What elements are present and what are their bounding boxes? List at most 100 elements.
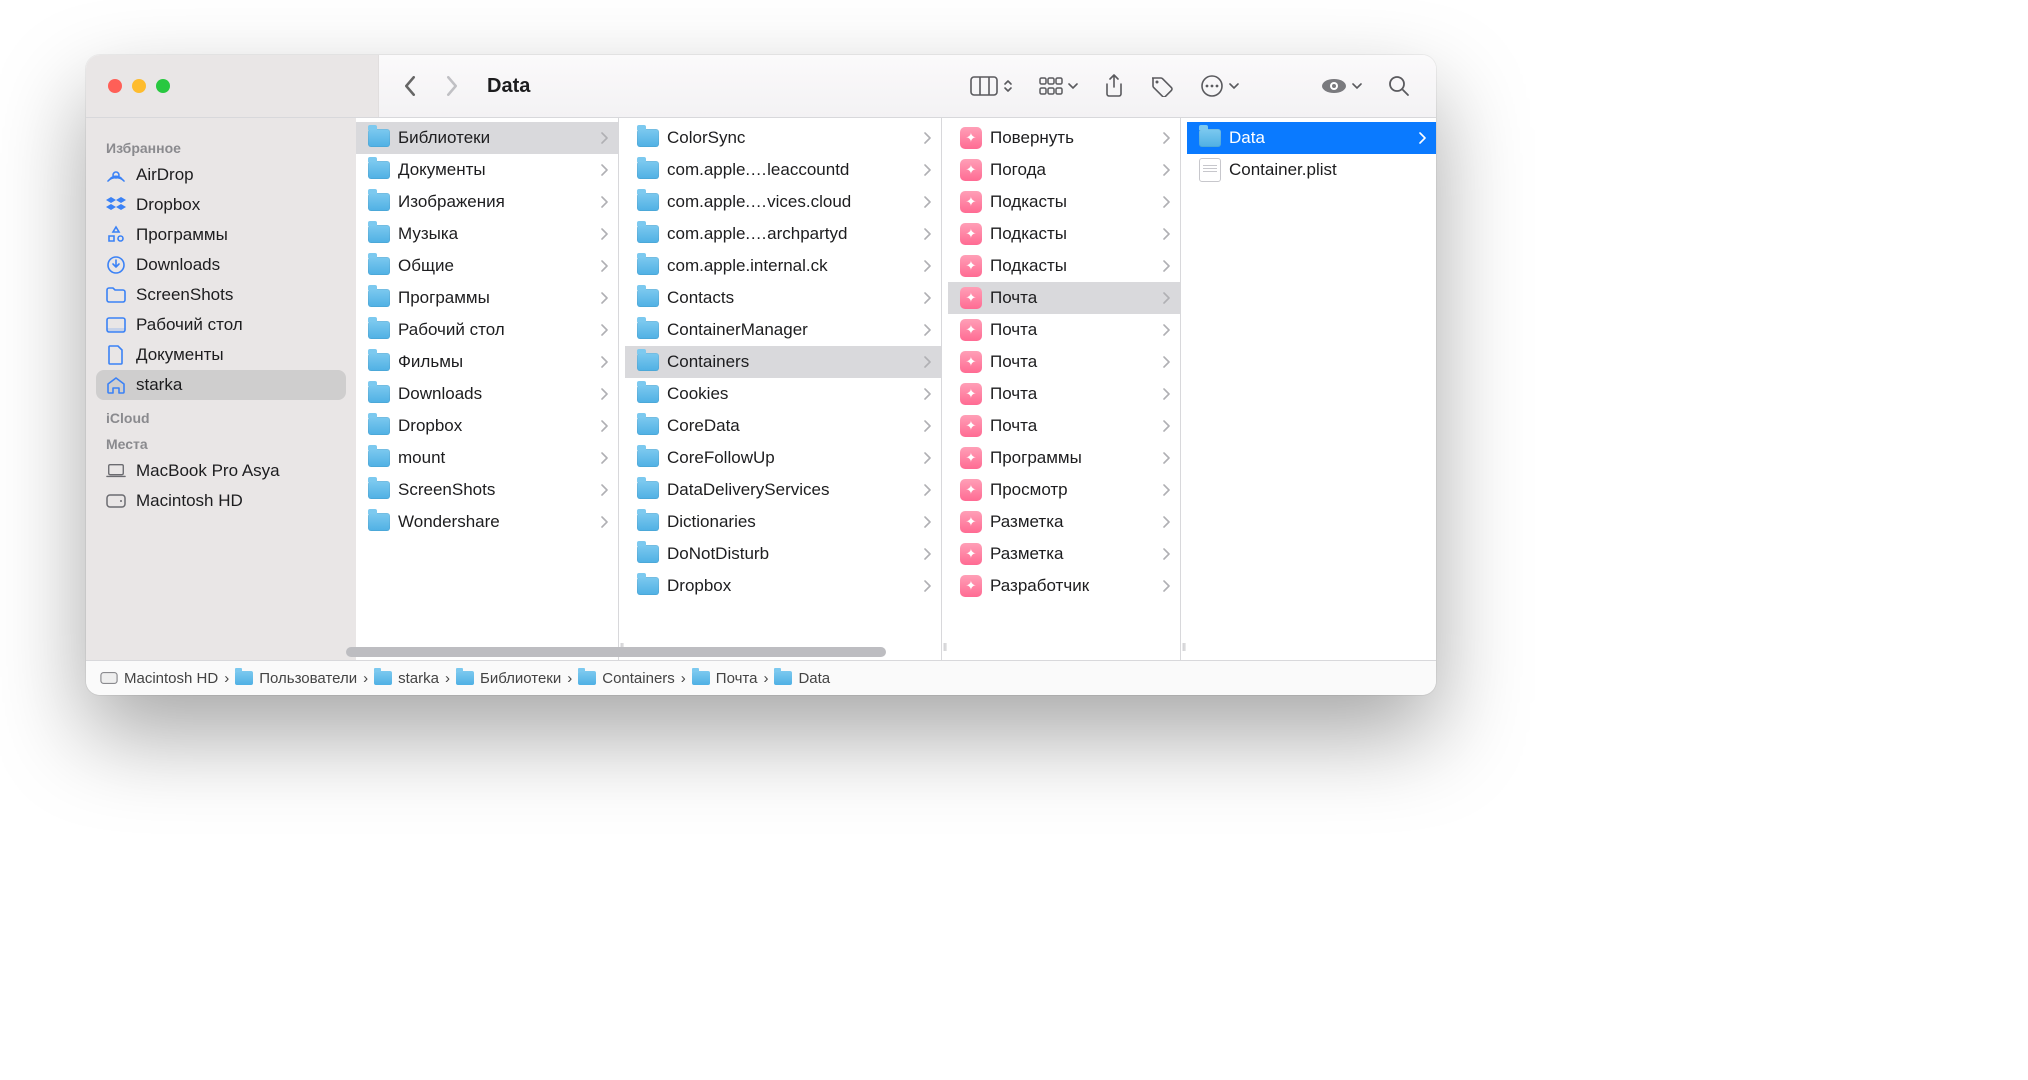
path-segment[interactable]: Почта [692,670,758,687]
chevron-right-icon [600,356,608,368]
column-item[interactable]: ✦Подкасты [948,250,1180,282]
action-menu-button[interactable] [1200,74,1239,98]
column-item[interactable]: ✦Разработчик [948,570,1180,602]
chevron-right-icon [600,324,608,336]
finder-column[interactable]: ✦Повернуть✦Погода✦Подкасты✦Подкасты✦Подк… [948,118,1181,660]
sidebar-section-header: iCloud [106,410,336,426]
column-item[interactable]: CoreData [625,410,941,442]
column-item[interactable]: ✦Программы [948,442,1180,474]
column-item[interactable]: Библиотеки [356,122,618,154]
close-button[interactable] [108,79,122,93]
column-item[interactable]: com.apple.…leaccountd [625,154,941,186]
column-item[interactable]: Изображения [356,186,618,218]
column-item[interactable]: Contacts [625,282,941,314]
column-item[interactable]: ContainerManager [625,314,941,346]
group-by-button[interactable] [1039,76,1078,96]
item-label: Библиотеки [398,128,592,148]
folder-icon [368,321,390,339]
column-item[interactable]: Рабочий стол [356,314,618,346]
column-item[interactable]: Cookies [625,378,941,410]
disk-icon [100,671,118,685]
view-columns-button[interactable] [970,76,1013,96]
minimize-button[interactable] [132,79,146,93]
column-item[interactable]: Downloads [356,378,618,410]
column-item[interactable]: DoNotDisturb [625,538,941,570]
column-item[interactable]: Общие [356,250,618,282]
column-item[interactable]: ✦Почта [948,282,1180,314]
forward-button[interactable] [435,71,469,101]
item-label: Contacts [667,288,915,308]
chevron-right-icon [923,516,931,528]
sidebar-item[interactable]: starka [96,370,346,400]
horizontal-scrollbar[interactable] [346,647,1426,657]
chevron-right-icon [1162,196,1170,208]
path-segment[interactable]: Data [774,670,830,687]
sidebar-item[interactable]: Macintosh HD [96,486,346,516]
column-item[interactable]: ✦Подкасты [948,186,1180,218]
finder-column[interactable]: ColorSynccom.apple.…leaccountdcom.apple.… [625,118,942,660]
back-button[interactable] [393,71,427,101]
path-segment[interactable]: starka [374,670,439,687]
column-item[interactable]: ✦Просмотр [948,474,1180,506]
sidebar-item[interactable]: AirDrop [96,160,346,190]
column-item[interactable]: mount [356,442,618,474]
fullscreen-button[interactable] [156,79,170,93]
sidebar-item[interactable]: Dropbox [96,190,346,220]
column-item[interactable]: Фильмы [356,346,618,378]
column-item[interactable]: ✦Разметка [948,506,1180,538]
column-item[interactable]: ✦Почта [948,346,1180,378]
share-button[interactable] [1104,74,1124,98]
column-item[interactable]: Программы [356,282,618,314]
column-item[interactable]: Container.plist [1187,154,1436,186]
item-label: DoNotDisturb [667,544,915,564]
column-item[interactable]: ✦Почта [948,410,1180,442]
toolbar: Data [86,55,1436,118]
column-item[interactable]: Data [1187,122,1436,154]
column-item[interactable]: Containers [625,346,941,378]
column-item[interactable]: ✦Разметка [948,538,1180,570]
sidebar-item[interactable]: ScreenShots [96,280,346,310]
search-button[interactable] [1388,75,1410,97]
column-item[interactable]: com.apple.internal.ck [625,250,941,282]
chevron-right-icon [1162,292,1170,304]
sidebar-item[interactable]: Рабочий стол [96,310,346,340]
sidebar-item[interactable]: MacBook Pro Asya [96,456,346,486]
path-segment[interactable]: Macintosh HD [100,670,218,687]
column-item[interactable]: ✦Погода [948,154,1180,186]
column-item[interactable]: com.apple.…vices.cloud [625,186,941,218]
item-label: Программы [398,288,592,308]
path-segment[interactable]: Containers [578,670,675,687]
finder-column[interactable]: DataContainer.plist [1187,118,1436,660]
finder-column[interactable]: Библиотеки ДокументыИзображенияМузыкаОбщи… [356,118,619,660]
tags-button[interactable] [1150,75,1174,97]
column-item[interactable]: ✦Подкасты [948,218,1180,250]
column-item[interactable]: ScreenShots [356,474,618,506]
column-item[interactable]: Dropbox [356,410,618,442]
column-item[interactable]: Документы [356,154,618,186]
chevron-right-icon [923,484,931,496]
column-item[interactable]: ColorSync [625,122,941,154]
airdrop-icon [106,165,126,185]
item-label: Почта [990,320,1154,340]
column-item[interactable]: DataDeliveryServices [625,474,941,506]
sidebar-item[interactable]: Документы [96,340,346,370]
path-segment[interactable]: Библиотеки [456,670,561,687]
chevron-right-icon [1162,388,1170,400]
column-item[interactable]: Dropbox [625,570,941,602]
privacy-button[interactable] [1321,76,1362,96]
column-item[interactable]: CoreFollowUp [625,442,941,474]
column-item[interactable]: Wondershare [356,506,618,538]
sidebar-item[interactable]: Программы [96,220,346,250]
folder-icon [368,417,390,435]
column-item[interactable]: Музыка [356,218,618,250]
column-item[interactable]: ✦Повернуть [948,122,1180,154]
app-icon: ✦ [960,351,982,373]
column-item[interactable]: com.apple.…archpartyd [625,218,941,250]
doc-icon [106,345,126,365]
navigation [393,71,469,101]
column-item[interactable]: Dictionaries [625,506,941,538]
sidebar-item[interactable]: Downloads [96,250,346,280]
path-segment[interactable]: Пользователи [235,670,357,687]
column-item[interactable]: ✦Почта [948,314,1180,346]
column-item[interactable]: ✦Почта [948,378,1180,410]
